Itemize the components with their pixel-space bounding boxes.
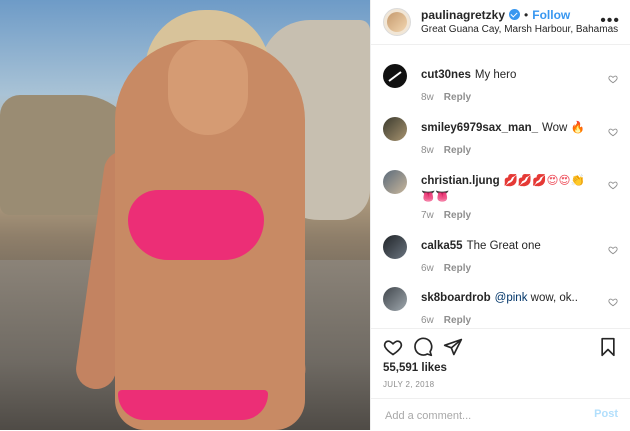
- comment-item: cut30nes My hero 8w Reply: [383, 62, 618, 114]
- comment-icon[interactable]: [413, 337, 433, 357]
- comment-meta: 8w Reply: [421, 92, 471, 103]
- add-comment-input[interactable]: [383, 407, 557, 425]
- post-actions-bar: [371, 328, 630, 365]
- bookmark-icon[interactable]: [598, 337, 618, 357]
- post-comment-button[interactable]: Post: [594, 408, 618, 420]
- comment-meta: 8w Reply: [421, 145, 471, 156]
- comment-item: christian.ljung 💋💋💋😍😍👏👅👅 7w Reply: [383, 168, 618, 228]
- header-row: paulinagretzky • Follow: [421, 8, 618, 22]
- comment-text: cut30nes My hero: [421, 68, 592, 84]
- likes-count[interactable]: 55,591 likes: [383, 362, 447, 374]
- post-location[interactable]: Great Guana Cay, Marsh Harbour, Bahamas: [421, 24, 618, 36]
- comment-avatar[interactable]: [383, 170, 407, 194]
- comment-text: sk8boardrob @pink wow, ok..: [421, 291, 592, 307]
- like-comment-heart-icon[interactable]: [608, 74, 618, 84]
- comment-text: calka55 The Great one: [421, 239, 592, 255]
- comment-avatar[interactable]: [383, 117, 407, 141]
- header-text: paulinagretzky • Follow Great Guana Cay,…: [421, 8, 618, 36]
- comment-text: smiley6979sax_man_ Wow 🔥: [421, 121, 592, 137]
- comment-username[interactable]: cut30nes: [421, 69, 471, 81]
- reply-button[interactable]: Reply: [444, 210, 471, 221]
- like-comment-heart-icon[interactable]: [608, 180, 618, 190]
- photo-bikini-bottom: [118, 390, 268, 420]
- comment-avatar[interactable]: [383, 287, 407, 311]
- reply-button[interactable]: Reply: [444, 315, 471, 326]
- verified-badge-icon: [509, 9, 521, 21]
- share-icon[interactable]: [443, 337, 463, 357]
- instagram-post: paulinagretzky • Follow Great Guana Cay,…: [0, 0, 630, 430]
- comment-item: smiley6979sax_man_ Wow 🔥 8w Reply: [383, 115, 618, 167]
- comment-item: sk8boardrob @pink wow, ok.. 6w Reply: [383, 285, 618, 328]
- like-comment-heart-icon[interactable]: [608, 245, 618, 255]
- more-options-icon[interactable]: •••: [600, 12, 620, 30]
- comment-avatar[interactable]: [383, 235, 407, 259]
- like-comment-heart-icon[interactable]: [608, 127, 618, 137]
- comment-time[interactable]: 8w: [421, 145, 434, 156]
- comment-item: calka55 The Great one 6w Reply: [383, 233, 618, 285]
- heart-icon[interactable]: [383, 337, 403, 357]
- photo-bikini-top: [128, 190, 264, 260]
- comment-username[interactable]: christian.ljung: [421, 175, 500, 187]
- photo-face: [168, 40, 248, 135]
- reply-button[interactable]: Reply: [444, 263, 471, 274]
- comment-time[interactable]: 6w: [421, 263, 434, 274]
- reply-button[interactable]: Reply: [444, 145, 471, 156]
- comment-meta: 7w Reply: [421, 210, 471, 221]
- comment-time[interactable]: 7w: [421, 210, 434, 221]
- post-photo[interactable]: [0, 0, 370, 430]
- post-side-panel: paulinagretzky • Follow Great Guana Cay,…: [370, 0, 630, 430]
- comment-content: The Great one: [466, 240, 541, 252]
- comment-username[interactable]: smiley6979sax_man_: [421, 122, 538, 134]
- comment-username[interactable]: sk8boardrob: [421, 292, 491, 304]
- comment-time[interactable]: 8w: [421, 92, 434, 103]
- reply-button[interactable]: Reply: [444, 92, 471, 103]
- comment-content: wow, ok..: [527, 292, 578, 304]
- avatar[interactable]: [383, 8, 411, 36]
- post-username[interactable]: paulinagretzky: [421, 8, 505, 22]
- comment-avatar[interactable]: [383, 64, 407, 88]
- comment-username[interactable]: calka55: [421, 240, 463, 252]
- add-comment-section: Post: [371, 398, 630, 431]
- post-header: paulinagretzky • Follow Great Guana Cay,…: [371, 0, 630, 45]
- comment-meta: 6w Reply: [421, 315, 471, 326]
- comment-text: christian.ljung 💋💋💋😍😍👏👅👅: [421, 174, 592, 205]
- post-date[interactable]: JULY 2, 2018: [383, 380, 434, 389]
- comment-meta: 6w Reply: [421, 263, 471, 274]
- comment-content: My hero: [474, 69, 517, 81]
- comment-content: Wow 🔥: [542, 122, 585, 134]
- comment-time[interactable]: 6w: [421, 315, 434, 326]
- like-comment-heart-icon[interactable]: [608, 297, 618, 307]
- comment-mention[interactable]: @pink: [495, 292, 528, 304]
- comments-list[interactable]: cut30nes My hero 8w Reply smiley6979sax_ma…: [371, 45, 630, 328]
- follow-button[interactable]: Follow: [532, 8, 570, 22]
- dot-separator: •: [524, 7, 529, 22]
